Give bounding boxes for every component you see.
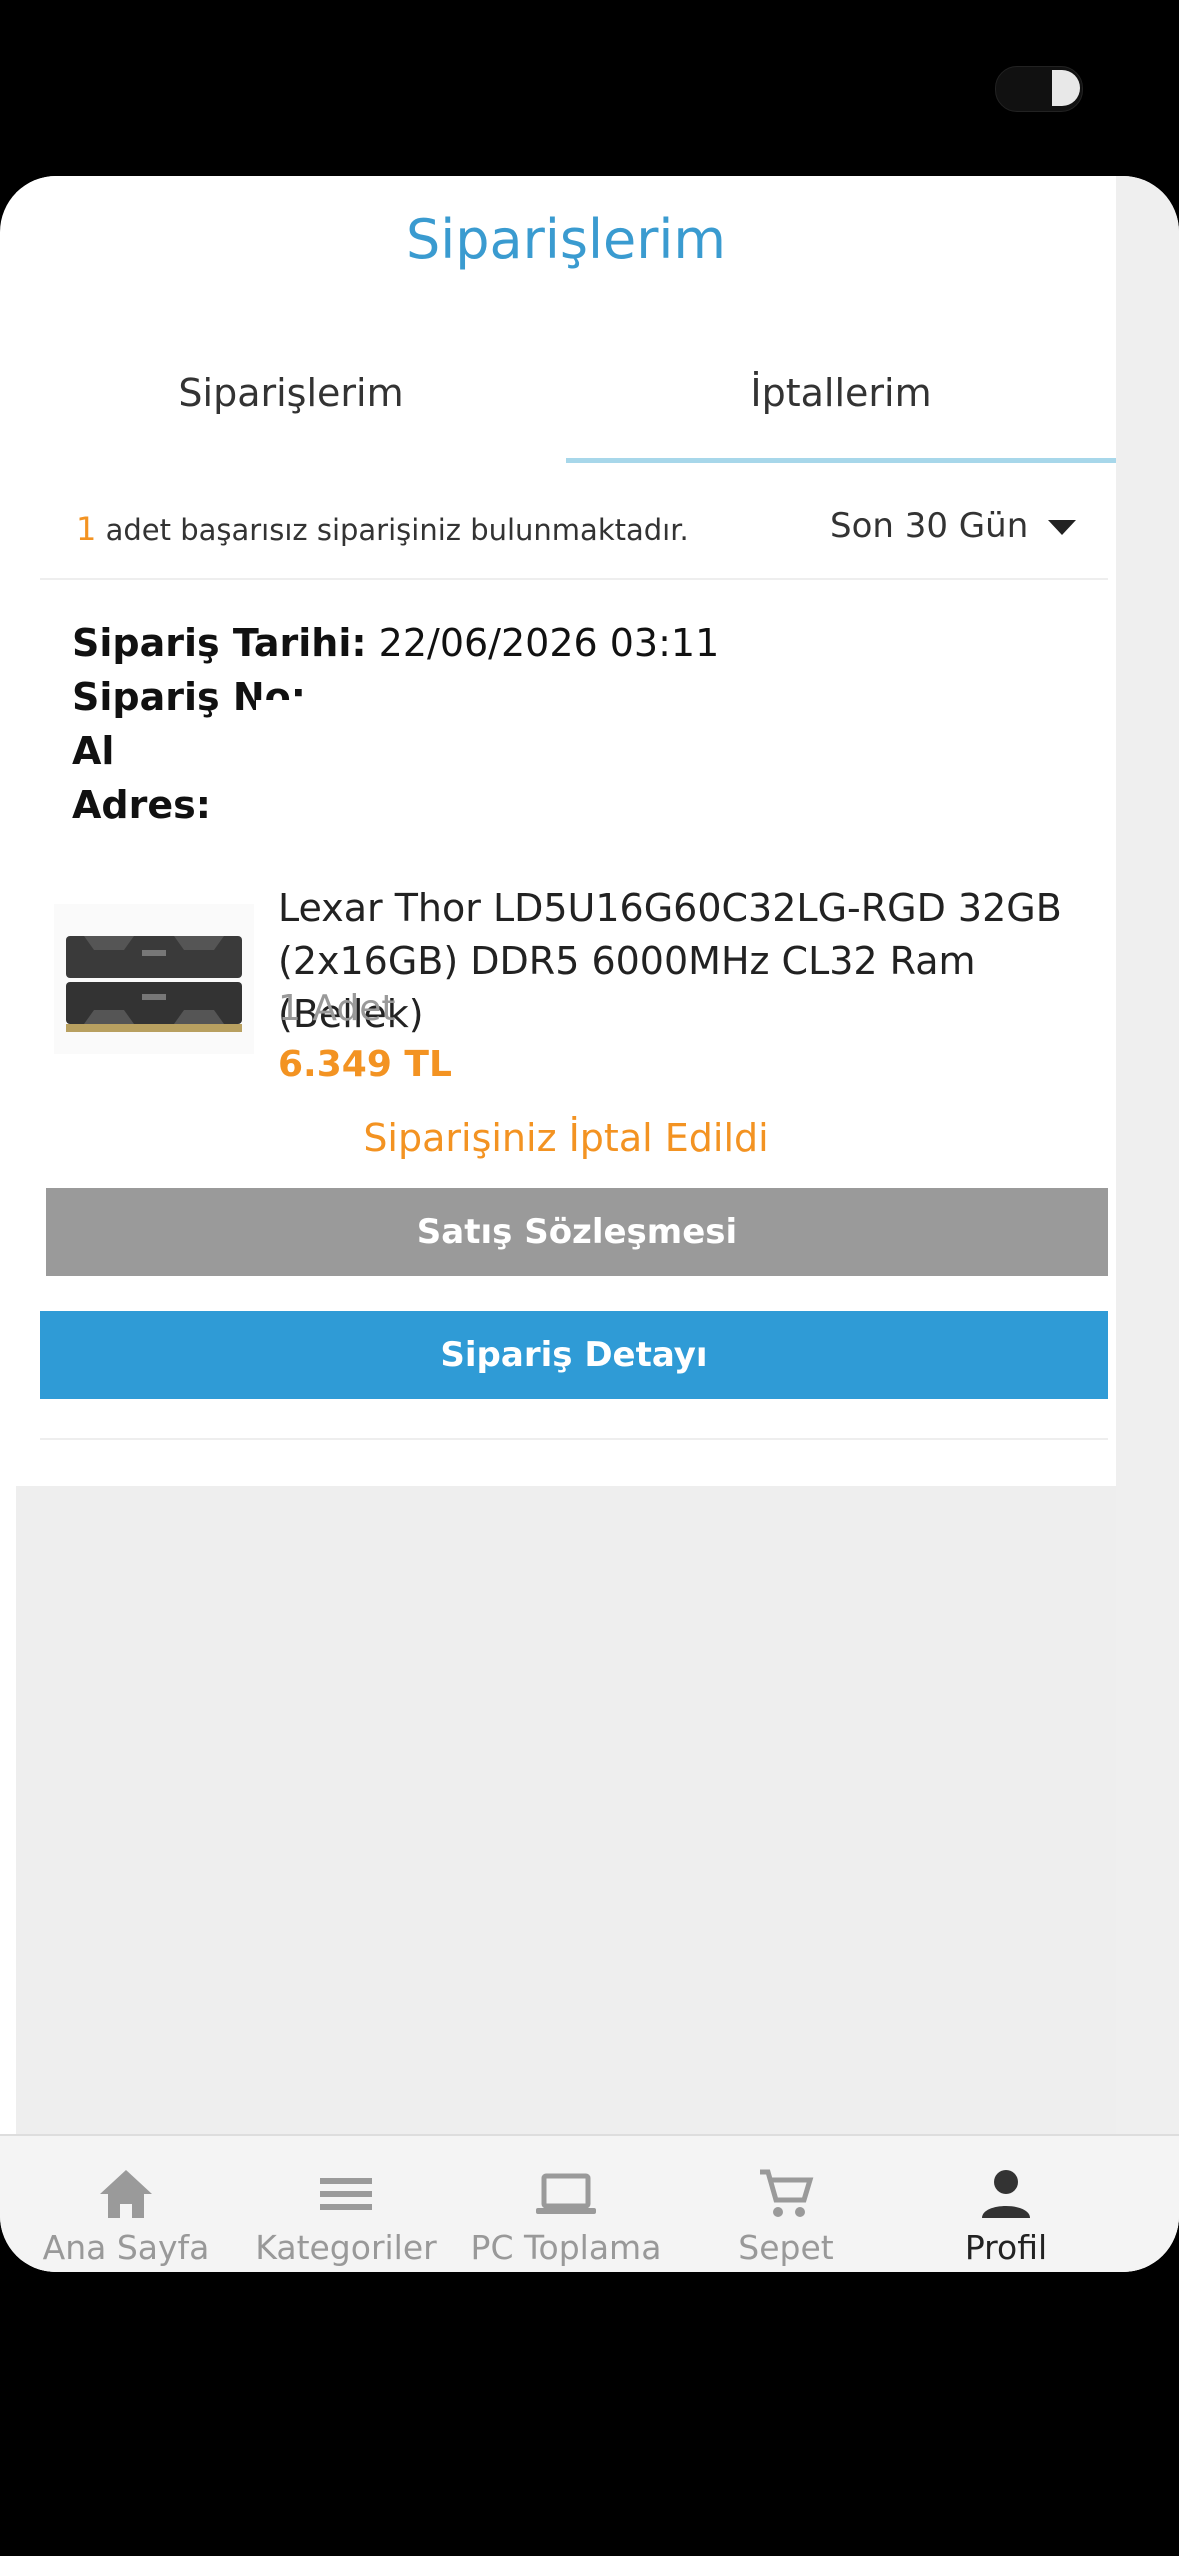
order-detail-button[interactable]: Sipariş Detayı bbox=[40, 1311, 1108, 1399]
laptop-icon bbox=[536, 2173, 596, 2214]
order-address-label: Adres: bbox=[72, 783, 211, 827]
nav-home[interactable]: Ana Sayfa bbox=[16, 2136, 236, 2272]
nav-categories[interactable]: Kategoriler bbox=[236, 2136, 456, 2272]
tab-siparislerim[interactable]: Siparişlerim bbox=[16, 351, 566, 461]
cart-icon bbox=[760, 2169, 814, 2217]
person-icon bbox=[982, 2170, 1030, 2218]
right-gutter bbox=[1116, 176, 1179, 2272]
redacted-mask bbox=[256, 700, 556, 760]
nav-home-label: Ana Sayfa bbox=[42, 2228, 210, 2267]
active-tab-indicator bbox=[566, 458, 1116, 463]
product-quantity: 1 Adet bbox=[278, 988, 396, 1029]
order-address-row: Adres: bbox=[72, 778, 719, 832]
order-status: Siparişiniz İptal Edildi bbox=[363, 1116, 769, 1160]
tab-iptallerim[interactable]: İptallerim bbox=[566, 351, 1116, 461]
nav-pc-build-label: PC Toplama bbox=[470, 2228, 662, 2267]
product-image[interactable] bbox=[54, 904, 254, 1054]
period-label: Son 30 Gün bbox=[830, 506, 1029, 546]
product-price: 6.349 TL bbox=[278, 1044, 452, 1085]
bottom-navigation: Ana Sayfa Kategoriler PC Toplama Sepet P… bbox=[0, 2134, 1179, 2272]
order-date-label: Sipariş Tarihi: bbox=[72, 621, 367, 665]
nav-pc-build[interactable]: PC Toplama bbox=[456, 2136, 676, 2272]
period-dropdown[interactable]: Son 30 Gün bbox=[830, 506, 1077, 546]
order-date-row: Sipariş Tarihi: 22/06/2026 03:11 bbox=[72, 616, 719, 670]
caret-down-icon bbox=[1048, 520, 1077, 535]
sales-contract-button[interactable]: Satış Sözleşmesi bbox=[46, 1188, 1108, 1276]
page-title: Siparişlerim bbox=[405, 208, 727, 271]
empty-area bbox=[16, 1486, 1116, 2136]
failed-order-count: 1 bbox=[76, 510, 97, 548]
order-summary-bar: 1 adet başarısız siparişiniz bulunmaktad… bbox=[40, 488, 1108, 580]
nav-profile-label: Profil bbox=[964, 2228, 1048, 2267]
divider bbox=[40, 1438, 1108, 1440]
nav-profile[interactable]: Profil bbox=[896, 2136, 1116, 2272]
nav-categories-label: Kategoriler bbox=[255, 2228, 437, 2267]
product-name[interactable]: Lexar Thor LD5U16G60C32LG-RGD 32GB (2x16… bbox=[278, 882, 1108, 1041]
tab-bar: Siparişlerim İptallerim bbox=[16, 351, 1116, 461]
summary-text: 1 adet başarısız siparişiniz bulunmaktad… bbox=[76, 510, 689, 548]
main-content: Siparişlerim Siparişlerim İptallerim 1 a… bbox=[16, 176, 1116, 2272]
order-buyer-label: Al bbox=[72, 729, 115, 773]
order-date-value: 22/06/2026 03:11 bbox=[378, 621, 720, 665]
nav-cart[interactable]: Sepet bbox=[676, 2136, 896, 2272]
home-icon bbox=[100, 2170, 152, 2218]
summary-message: adet başarısız siparişiniz bulunmaktadır… bbox=[96, 513, 689, 547]
app-screen: Siparişlerim Siparişlerim İptallerim 1 a… bbox=[0, 176, 1179, 2272]
menu-icon bbox=[320, 2178, 372, 2210]
nav-cart-label: Sepet bbox=[738, 2228, 834, 2267]
